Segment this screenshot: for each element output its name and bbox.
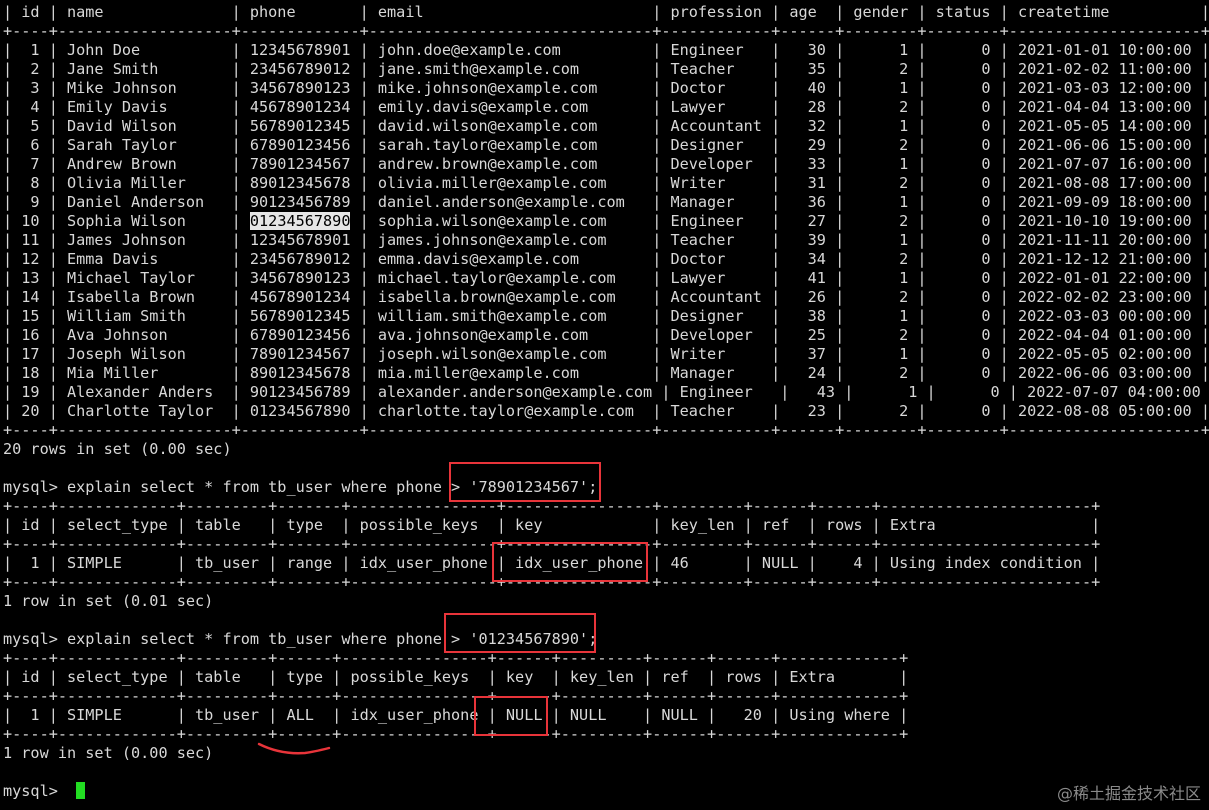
terminal-line: 20 rows in set (0.00 sec)	[3, 440, 1209, 459]
terminal-line-text: | 13 | Michael Taylor | 34567890123 | mi…	[3, 269, 1209, 287]
terminal-line-text: | 2 | Jane Smith | 23456789012 | jane.sm…	[3, 60, 1209, 78]
terminal-line-text: | 12 | Emma Davis | 23456789012 | emma.d…	[3, 250, 1209, 268]
terminal-line-text: | id | name | phone | email | profession…	[3, 3, 1209, 21]
terminal-line-text: | id | select_type | table | type | poss…	[3, 668, 909, 686]
terminal-line: | 19 | Alexander Anders | 90123456789 | …	[3, 383, 1209, 402]
terminal-line: | 12 | Emma Davis | 23456789012 | emma.d…	[3, 250, 1209, 269]
terminal-line: | 15 | William Smith | 56789012345 | wil…	[3, 307, 1209, 326]
terminal-line-text: +----+-------------+---------+------+---…	[3, 725, 909, 743]
terminal-line-text: | 1 | John Doe | 12345678901 | john.doe@…	[3, 41, 1209, 59]
terminal-line: | 20 | Charlotte Taylor | 01234567890 | …	[3, 402, 1209, 421]
terminal-line: | 17 | Joseph Wilson | 78901234567 | jos…	[3, 345, 1209, 364]
terminal-line: mysql> explain select * from tb_user whe…	[3, 630, 1209, 649]
annotation-box-query1-value	[449, 462, 601, 502]
terminal-line: +----+-------------+---------+-------+--…	[3, 497, 1209, 516]
terminal-line: | 14 | Isabella Brown | 45678901234 | is…	[3, 288, 1209, 307]
selected-text[interactable]: 01234567890	[249, 212, 351, 230]
terminal-line: | 5 | David Wilson | 56789012345 | david…	[3, 117, 1209, 136]
terminal-line: | id | select_type | table | type | poss…	[3, 668, 1209, 687]
terminal-line-text: | 5 | David Wilson | 56789012345 | david…	[3, 117, 1209, 135]
terminal-output[interactable]: | id | name | phone | email | profession…	[3, 3, 1209, 801]
terminal-line: | 1 | SIMPLE | tb_user | ALL | idx_user_…	[3, 706, 1209, 725]
terminal-line: | 4 | Emily Davis | 45678901234 | emily.…	[3, 98, 1209, 117]
terminal-line: +----+-------------------+-------------+…	[3, 421, 1209, 440]
annotation-box-key-idx-user-phone	[492, 542, 648, 582]
terminal-line-text: 1 row in set (0.01 sec)	[3, 592, 214, 610]
terminal-line-text: | 11 | James Johnson | 12345678901 | jam…	[3, 231, 1209, 249]
terminal-line: | 2 | Jane Smith | 23456789012 | jane.sm…	[3, 60, 1209, 79]
terminal-line: | 10 | Sophia Wilson | 01234567890 | sop…	[3, 212, 1209, 231]
terminal-line-text: 20 rows in set (0.00 sec)	[3, 440, 232, 458]
terminal-line: | 13 | Michael Taylor | 34567890123 | mi…	[3, 269, 1209, 288]
terminal-line: | 16 | Ava Johnson | 67890123456 | ava.j…	[3, 326, 1209, 345]
terminal-line-text: | 19 | Alexander Anders | 90123456789 | …	[3, 383, 1209, 401]
terminal-line: | 7 | Andrew Brown | 78901234567 | andre…	[3, 155, 1209, 174]
terminal-line: mysql>	[3, 782, 1209, 801]
annotation-box-query2-value	[444, 613, 596, 653]
terminal-line-text: +----+-------------------+-------------+…	[3, 421, 1209, 439]
terminal-line: | 9 | Daniel Anderson | 90123456789 | da…	[3, 193, 1209, 212]
terminal-line: +----+-------------------+-------------+…	[3, 22, 1209, 41]
terminal-line: | id | name | phone | email | profession…	[3, 3, 1209, 22]
terminal-line-text: | 15 | William Smith | 56789012345 | wil…	[3, 307, 1209, 325]
terminal-line: | 3 | Mike Johnson | 34567890123 | mike.…	[3, 79, 1209, 98]
terminal-line-text: | 1 | SIMPLE | tb_user | ALL | idx_user_…	[3, 706, 909, 724]
terminal-line: | 11 | James Johnson | 12345678901 | jam…	[3, 231, 1209, 250]
terminal-line-text: | 4 | Emily Davis | 45678901234 | emily.…	[3, 98, 1209, 116]
terminal-line-text: 1 row in set (0.00 sec)	[3, 744, 214, 762]
annotation-underline-scribble	[257, 742, 331, 755]
terminal-line-text: | 16 | Ava Johnson | 67890123456 | ava.j…	[3, 326, 1209, 344]
terminal-line-text: | 14 | Isabella Brown | 45678901234 | is…	[3, 288, 1209, 306]
terminal-line-text: mysql>	[3, 782, 68, 800]
annotation-box-key-null	[474, 696, 548, 736]
terminal-line-text: | id | select_type | table | type | poss…	[3, 516, 1101, 534]
terminal-line-text: | sophia.wilson@example.com | Engineer |…	[350, 212, 1209, 230]
terminal-line: | 6 | Sarah Taylor | 67890123456 | sarah…	[3, 136, 1209, 155]
terminal-line: 1 row in set (0.00 sec)	[3, 744, 1209, 763]
watermark: @稀土掘金技术社区	[1056, 784, 1201, 803]
terminal-line: +----+-------------+---------+------+---…	[3, 725, 1209, 744]
terminal-line: mysql> explain select * from tb_user whe…	[3, 478, 1209, 497]
terminal-line-text: | 6 | Sarah Taylor | 67890123456 | sarah…	[3, 136, 1209, 154]
terminal-line: +----+-------------+---------+------+---…	[3, 649, 1209, 668]
terminal-line-text: | 9 | Daniel Anderson | 90123456789 | da…	[3, 193, 1209, 211]
terminal-line-text: +----+-------------+---------+------+---…	[3, 687, 909, 705]
terminal-line-text: | 17 | Joseph Wilson | 78901234567 | jos…	[3, 345, 1209, 363]
terminal-line: | 1 | John Doe | 12345678901 | john.doe@…	[3, 41, 1209, 60]
terminal-line: 1 row in set (0.01 sec)	[3, 592, 1209, 611]
terminal-line: | id | select_type | table | type | poss…	[3, 516, 1209, 535]
terminal-line-text: +----+-------------------+-------------+…	[3, 22, 1209, 40]
terminal-line-text: | 3 | Mike Johnson | 34567890123 | mike.…	[3, 79, 1209, 97]
terminal-line-text: | 7 | Andrew Brown | 78901234567 | andre…	[3, 155, 1209, 173]
terminal-line-text: | 10 | Sophia Wilson |	[3, 212, 250, 230]
terminal-cursor[interactable]	[76, 782, 86, 799]
terminal-line: +----+-------------+---------+------+---…	[3, 687, 1209, 706]
terminal-line: | 18 | Mia Miller | 89012345678 | mia.mi…	[3, 364, 1209, 383]
terminal-line-text: | 8 | Olivia Miller | 89012345678 | oliv…	[3, 174, 1209, 192]
terminal-line-text: | 18 | Mia Miller | 89012345678 | mia.mi…	[3, 364, 1209, 382]
terminal-line: | 8 | Olivia Miller | 89012345678 | oliv…	[3, 174, 1209, 193]
terminal-line-text: | 20 | Charlotte Taylor | 01234567890 | …	[3, 402, 1209, 420]
